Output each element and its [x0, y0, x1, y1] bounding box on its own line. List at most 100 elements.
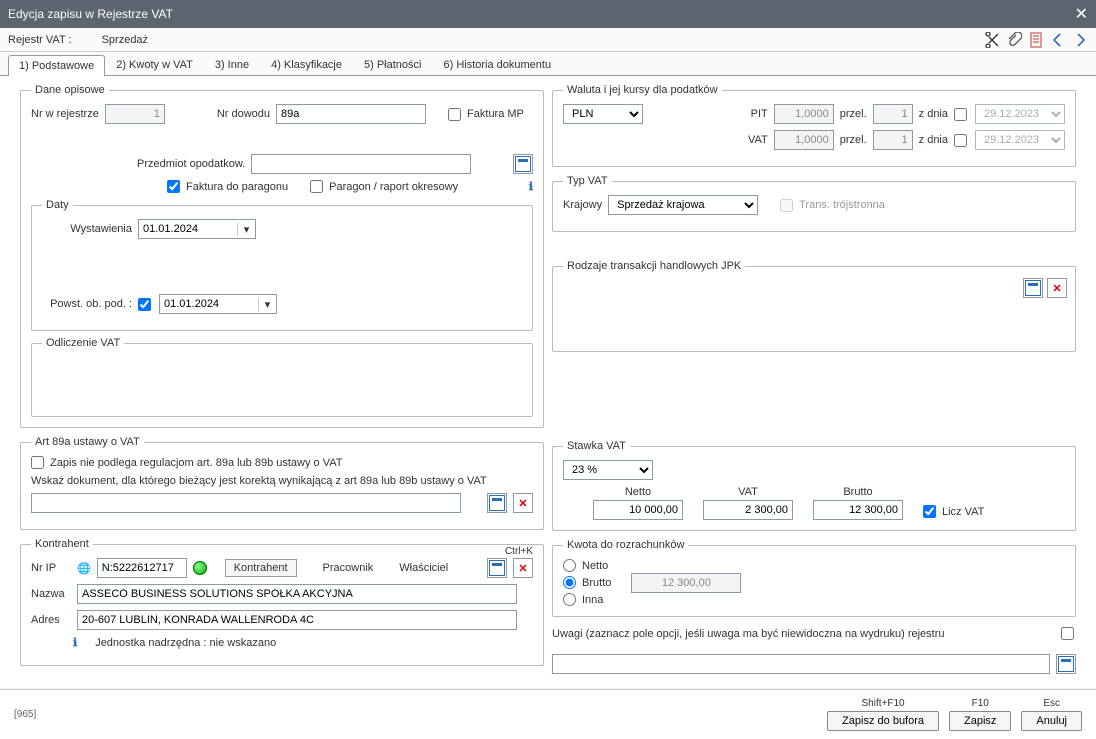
rodzaje-legend: Rodzaje transakcji handlowych JPK [563, 260, 745, 272]
zapisz-bufor-button[interactable]: Zapisz do bufora [827, 711, 939, 731]
bufor-shortcut: Shift+F10 [862, 698, 905, 709]
dane-opisowe-legend: Dane opisowe [31, 84, 109, 96]
powst-date[interactable]: ▾ [159, 294, 277, 314]
daty-group: Daty Wystawienia ▾ Powst. ob. pod. : ▾ [31, 199, 533, 331]
tab-historia[interactable]: 6) Historia dokumentu [432, 54, 562, 75]
pit-date-select: 29.12.2023 [975, 104, 1065, 124]
wystawienia-input[interactable] [139, 220, 237, 238]
faktura-mp-checkbox[interactable]: Faktura MP [448, 108, 524, 121]
paragon-raport-label: Paragon / raport okresowy [329, 181, 458, 193]
powst-label: Powst. ob. pod. : [42, 298, 132, 310]
pit-przel-label: przel. [840, 108, 867, 120]
kontrahent-group: Kontrahent Ctrl+K Nr IP 🌐 Kontrahent Pra… [20, 538, 544, 666]
stawka-select[interactable]: 23 % [563, 460, 653, 480]
footer-id: [965] [14, 709, 36, 720]
nrip-label: Nr IP [31, 562, 71, 574]
brutto-field[interactable] [813, 500, 903, 520]
pracownik-link[interactable]: Pracownik [323, 562, 374, 574]
close-icon[interactable]: ✕ [1075, 4, 1088, 24]
art89-checkbox[interactable]: Zapis nie podlega regulacjom art. 89a lu… [31, 456, 342, 469]
uwagi-field[interactable] [552, 654, 1050, 674]
tabs-bar: 1) Podstawowe 2) Kwoty w VAT 3) Inne 4) … [0, 52, 1096, 76]
rodzaje-browse-icon[interactable] [1023, 278, 1043, 298]
prev-icon[interactable] [1050, 32, 1066, 48]
document-icon[interactable] [1028, 32, 1044, 48]
wystawienia-label: Wystawienia [42, 223, 132, 235]
nr-rejestr-field [105, 104, 165, 124]
scissors-icon[interactable] [984, 32, 1000, 48]
next-icon[interactable] [1072, 32, 1088, 48]
przedmiot-field[interactable] [251, 154, 471, 174]
rodzaje-delete-icon[interactable]: ✕ [1047, 278, 1067, 298]
art89-field[interactable] [31, 493, 461, 513]
pit-przel-field [873, 104, 913, 124]
tab-platnosci[interactable]: 5) Płatności [353, 54, 432, 75]
dane-opisowe-group: Dane opisowe Nr w rejestrze Nr dowodu Fa… [20, 84, 544, 428]
zapisz-button[interactable]: Zapisz [949, 711, 1011, 731]
kwota-brutto-radio[interactable]: Brutto [563, 576, 611, 589]
kwota-inna-label: Inna [582, 594, 603, 606]
vat-date-select: 29.12.2023 [975, 130, 1065, 150]
vat-rate-field [774, 130, 834, 150]
kwota-field [631, 573, 741, 593]
uwagi-hide-checkbox[interactable] [1061, 627, 1074, 640]
window-title: Edycja zapisu w Rejestrze VAT [8, 7, 173, 21]
uwagi-browse-icon[interactable] [1056, 654, 1076, 674]
art89-legend: Art 89a ustawy o VAT [31, 436, 144, 448]
kontrahent-browse-icon[interactable] [487, 558, 507, 578]
typvat-group: Typ VAT Krajowy Sprzedaż krajowa Trans. … [552, 175, 1076, 232]
rodzaje-group: Rodzaje transakcji handlowych JPK ✕ [552, 260, 1076, 352]
kontrahent-button[interactable]: Kontrahent [225, 559, 297, 577]
odliczenie-legend: Odliczenie VAT [42, 337, 124, 349]
przedmiot-browse-icon[interactable] [513, 154, 533, 174]
art89-browse-icon[interactable] [487, 493, 507, 513]
art89-delete-icon[interactable]: ✕ [513, 493, 533, 513]
tab-podstawowe[interactable]: 1) Podstawowe [8, 55, 105, 76]
tab-kwoty[interactable]: 2) Kwoty w VAT [105, 54, 204, 75]
wlasciciel-link[interactable]: Właściciel [399, 562, 448, 574]
info-icon[interactable] [529, 180, 533, 193]
globe-icon[interactable]: 🌐 [77, 562, 91, 575]
calendar-dropdown-icon[interactable]: ▾ [237, 223, 255, 236]
tab-klasyfikacje[interactable]: 4) Klasyfikacje [260, 54, 353, 75]
kwota-netto-label: Netto [582, 560, 608, 572]
trans-trojstronna-checkbox: Trans. trójstronna [780, 199, 885, 212]
nazwa-field[interactable] [77, 584, 517, 604]
netto-header: Netto [625, 486, 651, 498]
registry-type: Sprzedaż [102, 34, 148, 46]
kontrahent-delete-icon[interactable]: ✕ [513, 558, 533, 578]
kwota-inna-radio[interactable]: Inna [563, 593, 611, 606]
pit-label: PIT [751, 108, 768, 120]
faktura-paragon-checkbox[interactable]: Faktura do paragonu [167, 180, 288, 193]
vat-zdnia-checkbox[interactable] [954, 134, 967, 147]
vat-przel-label: przel. [840, 134, 867, 146]
adres-label: Adres [31, 614, 71, 626]
tab-inne[interactable]: 3) Inne [204, 54, 260, 75]
anuluj-button[interactable]: Anuluj [1021, 711, 1082, 731]
paragon-raport-checkbox[interactable]: Paragon / raport okresowy [310, 180, 458, 193]
vat-field[interactable] [703, 500, 793, 520]
netto-field[interactable] [593, 500, 683, 520]
paperclip-icon[interactable] [1006, 32, 1022, 48]
krajowy-select[interactable]: Sprzedaż krajowa [608, 195, 758, 215]
pit-zdnia-checkbox[interactable] [954, 108, 967, 121]
pit-zdnia-label: z dnia [919, 108, 948, 120]
waluta-legend: Waluta i jej kursy dla podatków [563, 84, 722, 96]
powst-input[interactable] [160, 295, 258, 313]
art89-chk-label: Zapis nie podlega regulacjom art. 89a lu… [50, 457, 342, 469]
calendar-dropdown-icon[interactable]: ▾ [258, 298, 276, 311]
powst-checkbox[interactable] [138, 298, 151, 311]
zapisz-shortcut: F10 [972, 698, 989, 709]
jednostka-info: Jednostka nadrzędna : nie wskazano [95, 637, 276, 649]
currency-select[interactable]: PLN [563, 104, 643, 124]
odliczenie-group: Odliczenie VAT [31, 337, 533, 417]
faktura-paragon-label: Faktura do paragonu [186, 181, 288, 193]
kwota-netto-radio[interactable]: Netto [563, 559, 611, 572]
kwota-legend: Kwota do rozrachunków [563, 539, 688, 551]
art89-instruction: Wskaż dokument, dla którego bieżący jest… [31, 475, 487, 487]
adres-field[interactable] [77, 610, 517, 630]
nrip-field[interactable] [97, 558, 187, 578]
nr-dowodu-field[interactable] [276, 104, 426, 124]
wystawienia-date[interactable]: ▾ [138, 219, 256, 239]
licz-vat-checkbox[interactable]: Licz VAT [923, 505, 984, 518]
